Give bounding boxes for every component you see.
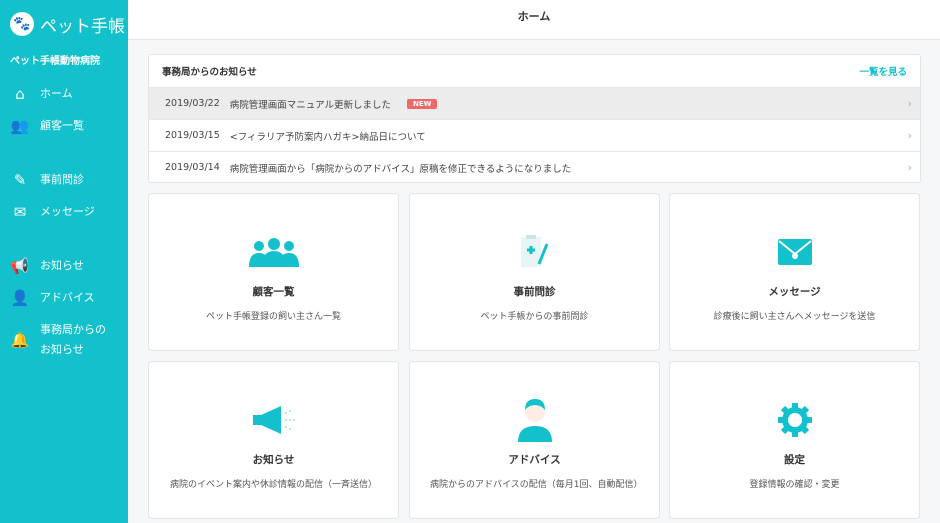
card-title: 顧客一覧 (252, 286, 295, 298)
chevron-right-icon: › (907, 97, 912, 110)
card-advice[interactable]: アドバイス病院からのアドバイスの配信（毎月1回、自動配信） (409, 361, 660, 519)
sidebar-item-news[interactable]: 📢 お知らせ (0, 250, 128, 282)
app-logo[interactable]: 🐾 ペット手帳 (0, 0, 128, 48)
date: 2019/03/14 (165, 162, 220, 173)
sidebar-item-customers[interactable]: 👥 顧客一覧 (0, 110, 128, 142)
card-desc: 病院のイベント案内や休診情報の配信（一斉送信） (169, 480, 377, 490)
card-desc: 診療後に飼い主さんへメッセージを送信 (713, 312, 876, 322)
envelope-icon: ✉ (13, 203, 27, 221)
card-desc: 登録情報の確認・変更 (749, 480, 840, 490)
megaphone-icon: 📢 (10, 257, 30, 275)
sidebar-item-interview[interactable]: ✎ 事前問診 (0, 164, 128, 196)
date: 2019/03/15 (165, 130, 220, 141)
card-title: 事前問診 (513, 286, 556, 298)
card-title: メッセージ (768, 286, 821, 298)
card-title: 設定 (784, 454, 805, 466)
label: メッセージ (40, 205, 95, 218)
label: 顧客一覧 (40, 119, 84, 132)
users-icon: 👥 (10, 117, 30, 135)
megaphone-icon (149, 400, 398, 440)
page-title: ホーム (128, 0, 940, 40)
label: アドバイス (40, 291, 95, 304)
label: ホーム (40, 87, 73, 100)
text: 病院管理画面から「病院からのアドバイス」原稿を修正できるようになりました (229, 163, 572, 175)
card-title: お知らせ (252, 454, 295, 466)
notice-row[interactable]: 2019/03/15 <フィラリア予防案内ハガキ>納品日について › (149, 119, 920, 151)
chevron-right-icon: › (907, 161, 912, 174)
label: 事務局からのお知らせ (40, 323, 106, 356)
gear-icon (670, 400, 919, 440)
card-desc: 病院からのアドバイスの配信（毎月1回、自動配信） (430, 480, 643, 490)
envelope-icon (670, 232, 919, 272)
card-message[interactable]: メッセージ診療後に飼い主さんへメッセージを送信 (669, 193, 920, 351)
label: お知らせ (40, 259, 84, 272)
card-customers[interactable]: 顧客一覧ペット手帳登録の飼い主さん一覧 (148, 193, 399, 351)
sidebar-item-message[interactable]: ✉ メッセージ (0, 196, 128, 228)
notice-title: 事務局からのお知らせ (162, 67, 257, 78)
bell-icon: 🔔 (10, 331, 30, 349)
sidebar-item-office-news[interactable]: 🔔 事務局からのお知らせ (0, 314, 128, 366)
edit-icon: ✎ (13, 171, 27, 189)
notice-panel: 事務局からのお知らせ 一覧を見る 2019/03/22 病院管理画面マニュアル更新し… (148, 54, 921, 183)
paw-icon: 🐾 (10, 12, 34, 36)
logo-text: ペット手帳 (40, 16, 125, 37)
notice-row[interactable]: 2019/03/22 病院管理画面マニュアル更新しました NEW › (149, 87, 920, 119)
card-interview[interactable]: 事前問診ペット手帳からの事前問診 (409, 193, 660, 351)
doctor-icon (410, 399, 659, 442)
card-settings[interactable]: 設定登録情報の確認・変更 (669, 361, 920, 519)
text: 病院管理画面マニュアル更新しました (229, 99, 391, 111)
hospital-name: ペット手帳動物病院 (10, 56, 100, 67)
label: 事前問診 (40, 173, 84, 186)
view-all-link[interactable]: 一覧を見る (859, 64, 907, 78)
sidebar-item-advice[interactable]: 👤 アドバイス (0, 282, 128, 314)
card-desc: ペット手帳登録の飼い主さん一覧 (205, 312, 341, 322)
card-desc: ペット手帳からの事前問診 (480, 312, 589, 322)
date: 2019/03/22 (165, 98, 220, 109)
text: <フィラリア予防案内ハガキ>納品日について (229, 131, 426, 143)
notice-row[interactable]: 2019/03/14 病院管理画面から「病院からのアドバイス」原稿を修正できるよう… (149, 151, 920, 183)
chevron-right-icon: › (907, 129, 912, 142)
card-news[interactable]: お知らせ病院のイベント案内や休診情報の配信（一斉送信） (148, 361, 399, 519)
doctor-icon: 👤 (10, 289, 30, 307)
home-icon: ⌂ (15, 85, 25, 103)
sidebar-item-home[interactable]: ⌂ ホーム (0, 78, 128, 110)
card-title: アドバイス (508, 454, 561, 466)
clipboard-icon (410, 232, 659, 272)
users-icon (149, 232, 398, 272)
new-badge: NEW (406, 98, 438, 109)
sidebar: 🐾 ペット手帳 ペット手帳動物病院 ⌂ ホーム 👥 顧客一覧 ✎ 事前問診 ✉ メッセージ… (0, 0, 128, 523)
